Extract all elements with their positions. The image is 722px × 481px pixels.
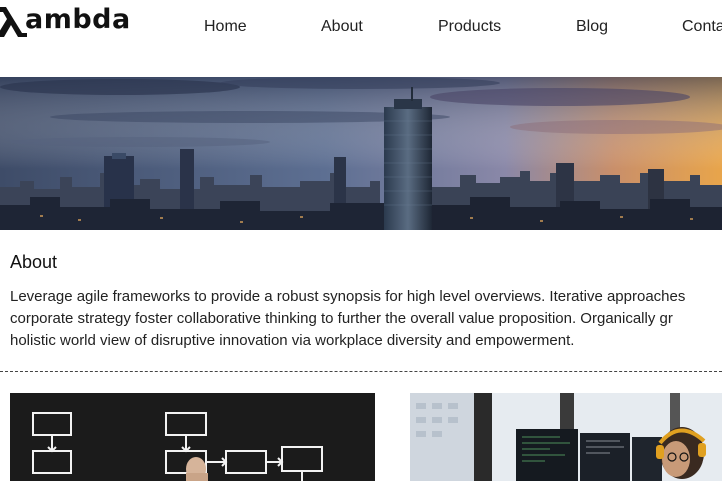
person-at-computer-image <box>410 393 722 481</box>
about-line-3: holistic world view of disruptive innova… <box>10 332 575 349</box>
flowchart-image <box>10 393 375 481</box>
page: ambda Home About Products Blog Conta Abo… <box>0 0 722 481</box>
nav-home[interactable]: Home <box>204 18 247 36</box>
office-image <box>410 393 722 481</box>
city-skyline-image <box>0 77 722 230</box>
about-line-2: corporate strategy foster collaborative … <box>10 310 673 327</box>
about-line-1: Leverage agile frameworks to provide a r… <box>10 288 686 305</box>
about-heading: About <box>10 252 58 272</box>
hero-image <box>0 77 722 230</box>
nav-about[interactable]: About <box>321 18 363 36</box>
flowchart-sketch-image <box>10 393 375 481</box>
nav-contact[interactable]: Conta <box>682 18 722 36</box>
about-paragraph: Leverage agile frameworks to provide a r… <box>10 286 722 352</box>
nav-blog[interactable]: Blog <box>576 18 608 36</box>
nav-products[interactable]: Products <box>438 18 501 36</box>
site-header: ambda Home About Products Blog Conta <box>0 0 722 77</box>
section-divider <box>0 371 722 372</box>
main-nav: Home About Products Blog Conta <box>0 18 722 40</box>
